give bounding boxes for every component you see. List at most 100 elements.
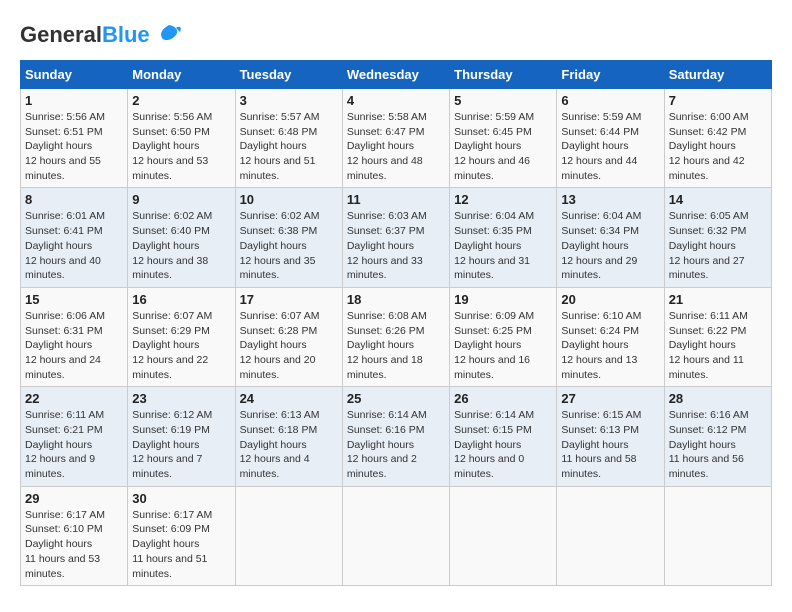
weekday-header-saturday: Saturday [664,61,771,89]
day-info: Sunrise: 5:57 AM Sunset: 6:48 PM Dayligh… [240,110,338,183]
calendar-cell: 7 Sunrise: 6:00 AM Sunset: 6:42 PM Dayli… [664,89,771,188]
calendar-cell: 3 Sunrise: 5:57 AM Sunset: 6:48 PM Dayli… [235,89,342,188]
calendar-cell: 6 Sunrise: 5:59 AM Sunset: 6:44 PM Dayli… [557,89,664,188]
calendar-cell: 28 Sunrise: 6:16 AM Sunset: 6:12 PM Dayl… [664,387,771,486]
calendar-cell [235,486,342,585]
day-number: 29 [25,491,123,506]
calendar-cell: 29 Sunrise: 6:17 AM Sunset: 6:10 PM Dayl… [21,486,128,585]
day-info: Sunrise: 6:10 AM Sunset: 6:24 PM Dayligh… [561,309,659,382]
day-number: 16 [132,292,230,307]
day-number: 21 [669,292,767,307]
day-number: 3 [240,93,338,108]
day-info: Sunrise: 6:05 AM Sunset: 6:32 PM Dayligh… [669,209,767,282]
day-info: Sunrise: 6:08 AM Sunset: 6:26 PM Dayligh… [347,309,445,382]
calendar-cell: 27 Sunrise: 6:15 AM Sunset: 6:13 PM Dayl… [557,387,664,486]
day-number: 19 [454,292,552,307]
weekday-header-thursday: Thursday [450,61,557,89]
calendar-cell: 25 Sunrise: 6:14 AM Sunset: 6:16 PM Dayl… [342,387,449,486]
calendar-cell [664,486,771,585]
calendar-cell [342,486,449,585]
calendar-cell: 10 Sunrise: 6:02 AM Sunset: 6:38 PM Dayl… [235,188,342,287]
day-info: Sunrise: 5:56 AM Sunset: 6:51 PM Dayligh… [25,110,123,183]
calendar-cell: 24 Sunrise: 6:13 AM Sunset: 6:18 PM Dayl… [235,387,342,486]
day-number: 28 [669,391,767,406]
day-info: Sunrise: 5:58 AM Sunset: 6:47 PM Dayligh… [347,110,445,183]
day-info: Sunrise: 6:04 AM Sunset: 6:35 PM Dayligh… [454,209,552,282]
day-number: 14 [669,192,767,207]
day-info: Sunrise: 6:09 AM Sunset: 6:25 PM Dayligh… [454,309,552,382]
day-info: Sunrise: 6:17 AM Sunset: 6:10 PM Dayligh… [25,508,123,581]
day-info: Sunrise: 6:14 AM Sunset: 6:16 PM Dayligh… [347,408,445,481]
day-info: Sunrise: 5:59 AM Sunset: 6:45 PM Dayligh… [454,110,552,183]
day-number: 6 [561,93,659,108]
day-number: 13 [561,192,659,207]
day-number: 12 [454,192,552,207]
day-info: Sunrise: 6:16 AM Sunset: 6:12 PM Dayligh… [669,408,767,481]
day-number: 23 [132,391,230,406]
calendar-cell: 12 Sunrise: 6:04 AM Sunset: 6:35 PM Dayl… [450,188,557,287]
weekday-header-friday: Friday [557,61,664,89]
day-info: Sunrise: 6:02 AM Sunset: 6:40 PM Dayligh… [132,209,230,282]
calendar-cell [557,486,664,585]
day-info: Sunrise: 6:01 AM Sunset: 6:41 PM Dayligh… [25,209,123,282]
weekday-header-sunday: Sunday [21,61,128,89]
calendar-cell [450,486,557,585]
calendar-cell: 20 Sunrise: 6:10 AM Sunset: 6:24 PM Dayl… [557,287,664,386]
day-info: Sunrise: 6:00 AM Sunset: 6:42 PM Dayligh… [669,110,767,183]
day-number: 8 [25,192,123,207]
day-info: Sunrise: 6:12 AM Sunset: 6:19 PM Dayligh… [132,408,230,481]
day-number: 30 [132,491,230,506]
calendar-cell: 14 Sunrise: 6:05 AM Sunset: 6:32 PM Dayl… [664,188,771,287]
day-number: 27 [561,391,659,406]
day-number: 17 [240,292,338,307]
calendar-cell: 16 Sunrise: 6:07 AM Sunset: 6:29 PM Dayl… [128,287,235,386]
calendar-cell: 11 Sunrise: 6:03 AM Sunset: 6:37 PM Dayl… [342,188,449,287]
calendar-cell: 23 Sunrise: 6:12 AM Sunset: 6:19 PM Dayl… [128,387,235,486]
day-number: 7 [669,93,767,108]
day-number: 24 [240,391,338,406]
day-number: 15 [25,292,123,307]
day-number: 2 [132,93,230,108]
logo: GeneralBlue [20,20,184,50]
day-number: 20 [561,292,659,307]
calendar-cell: 5 Sunrise: 5:59 AM Sunset: 6:45 PM Dayli… [450,89,557,188]
calendar-cell: 30 Sunrise: 6:17 AM Sunset: 6:09 PM Dayl… [128,486,235,585]
calendar-cell: 2 Sunrise: 5:56 AM Sunset: 6:50 PM Dayli… [128,89,235,188]
day-info: Sunrise: 6:07 AM Sunset: 6:29 PM Dayligh… [132,309,230,382]
day-info: Sunrise: 6:02 AM Sunset: 6:38 PM Dayligh… [240,209,338,282]
day-info: Sunrise: 6:14 AM Sunset: 6:15 PM Dayligh… [454,408,552,481]
day-number: 5 [454,93,552,108]
day-number: 4 [347,93,445,108]
day-info: Sunrise: 6:15 AM Sunset: 6:13 PM Dayligh… [561,408,659,481]
calendar-cell: 8 Sunrise: 6:01 AM Sunset: 6:41 PM Dayli… [21,188,128,287]
calendar-table: SundayMondayTuesdayWednesdayThursdayFrid… [20,60,772,586]
day-info: Sunrise: 6:06 AM Sunset: 6:31 PM Dayligh… [25,309,123,382]
calendar-cell: 15 Sunrise: 6:06 AM Sunset: 6:31 PM Dayl… [21,287,128,386]
day-number: 25 [347,391,445,406]
calendar-cell: 18 Sunrise: 6:08 AM Sunset: 6:26 PM Dayl… [342,287,449,386]
day-info: Sunrise: 5:59 AM Sunset: 6:44 PM Dayligh… [561,110,659,183]
calendar-cell: 9 Sunrise: 6:02 AM Sunset: 6:40 PM Dayli… [128,188,235,287]
day-number: 18 [347,292,445,307]
weekday-header-tuesday: Tuesday [235,61,342,89]
day-info: Sunrise: 6:04 AM Sunset: 6:34 PM Dayligh… [561,209,659,282]
bird-icon [154,20,184,50]
weekday-header-monday: Monday [128,61,235,89]
day-info: Sunrise: 5:56 AM Sunset: 6:50 PM Dayligh… [132,110,230,183]
day-number: 26 [454,391,552,406]
calendar-cell: 26 Sunrise: 6:14 AM Sunset: 6:15 PM Dayl… [450,387,557,486]
day-info: Sunrise: 6:03 AM Sunset: 6:37 PM Dayligh… [347,209,445,282]
calendar-cell: 13 Sunrise: 6:04 AM Sunset: 6:34 PM Dayl… [557,188,664,287]
day-info: Sunrise: 6:11 AM Sunset: 6:21 PM Dayligh… [25,408,123,481]
day-number: 1 [25,93,123,108]
calendar-cell: 1 Sunrise: 5:56 AM Sunset: 6:51 PM Dayli… [21,89,128,188]
calendar-cell: 21 Sunrise: 6:11 AM Sunset: 6:22 PM Dayl… [664,287,771,386]
day-info: Sunrise: 6:07 AM Sunset: 6:28 PM Dayligh… [240,309,338,382]
day-number: 11 [347,192,445,207]
calendar-cell: 19 Sunrise: 6:09 AM Sunset: 6:25 PM Dayl… [450,287,557,386]
calendar-cell: 22 Sunrise: 6:11 AM Sunset: 6:21 PM Dayl… [21,387,128,486]
day-info: Sunrise: 6:17 AM Sunset: 6:09 PM Dayligh… [132,508,230,581]
day-info: Sunrise: 6:13 AM Sunset: 6:18 PM Dayligh… [240,408,338,481]
calendar-cell: 4 Sunrise: 5:58 AM Sunset: 6:47 PM Dayli… [342,89,449,188]
day-number: 22 [25,391,123,406]
